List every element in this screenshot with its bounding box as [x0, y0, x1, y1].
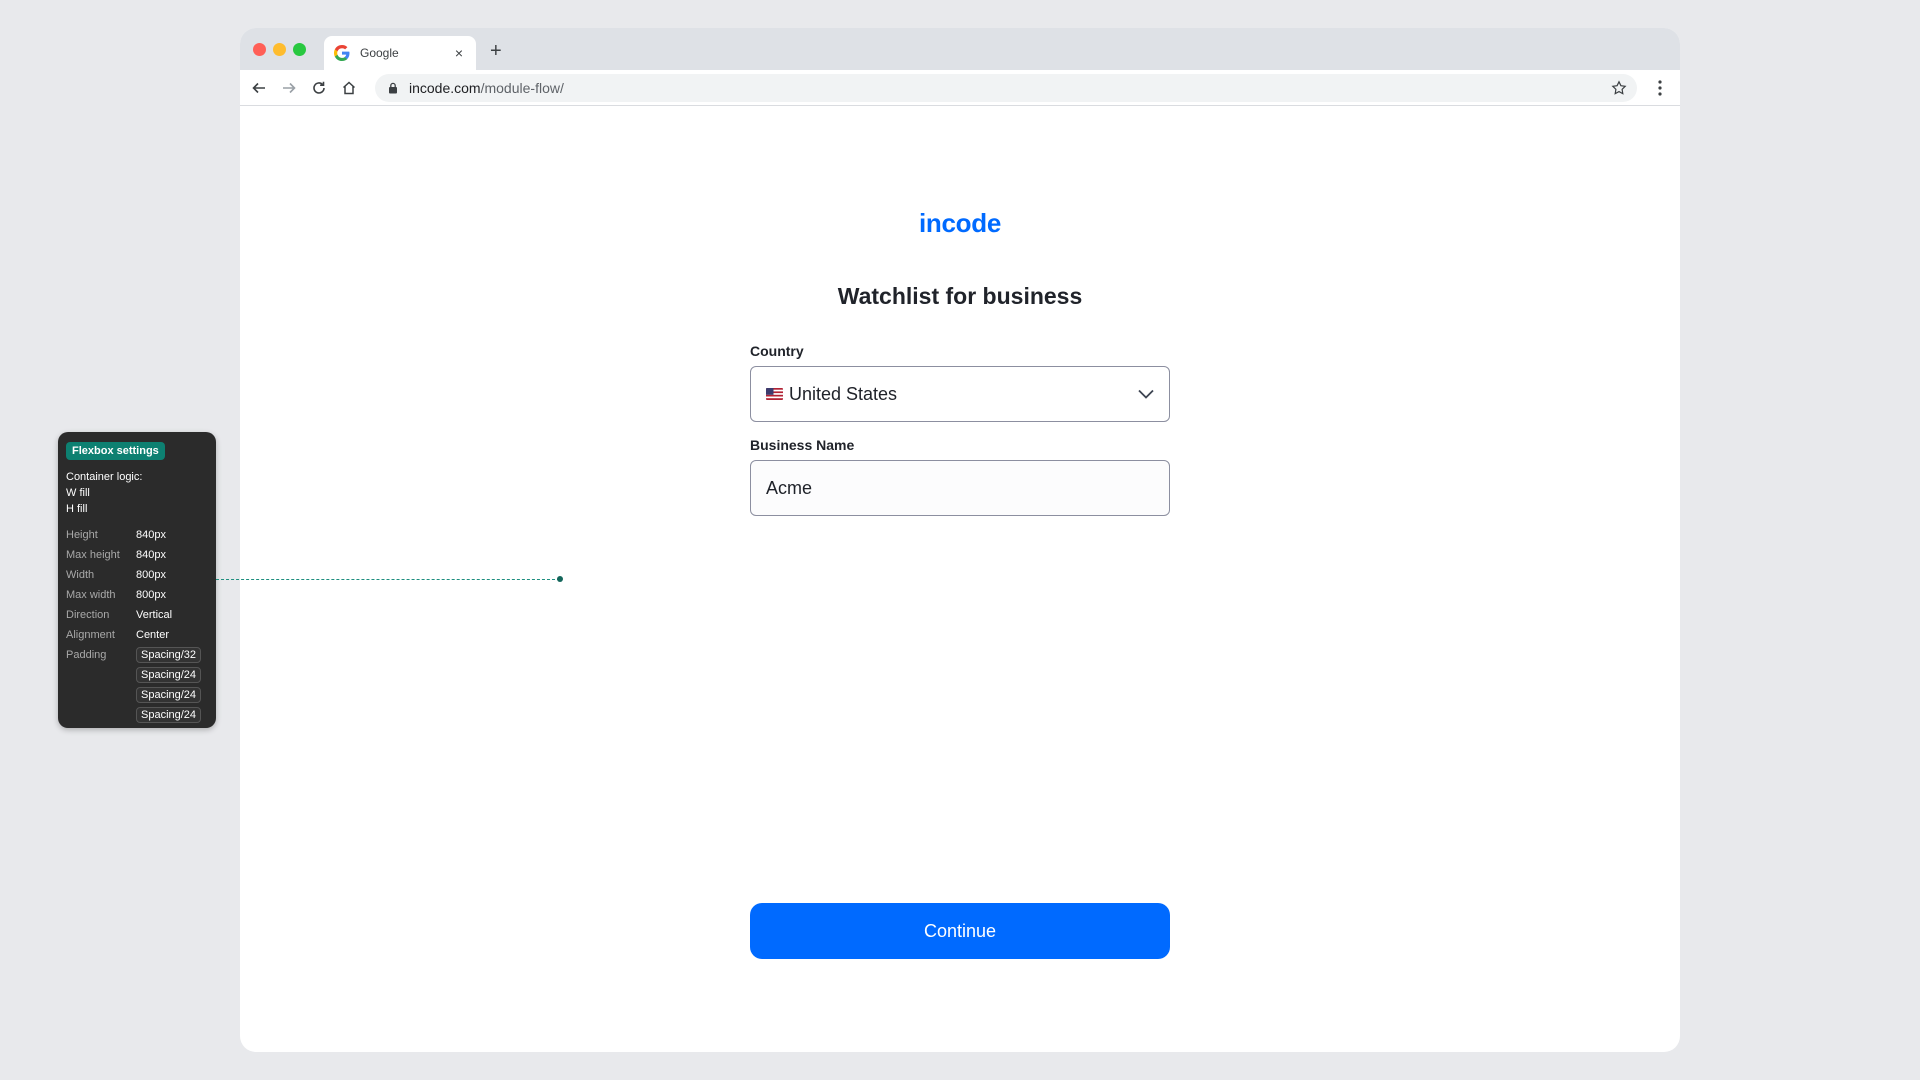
address-bar[interactable]: incode.com/module-flow/: [375, 74, 1637, 102]
minimize-window-button[interactable]: [273, 43, 286, 56]
browser-toolbar: incode.com/module-flow/: [240, 70, 1680, 106]
bookmark-star-icon[interactable]: [1611, 80, 1627, 96]
browser-tab[interactable]: Google ×: [324, 36, 476, 70]
padding-chip: Spacing/24: [136, 667, 202, 683]
close-window-button[interactable]: [253, 43, 266, 56]
country-select[interactable]: United States: [750, 366, 1170, 422]
prop-key: Width: [66, 569, 95, 581]
forward-icon[interactable]: [274, 73, 304, 103]
prop-value: Center: [136, 629, 170, 641]
url-host: incode.com: [409, 80, 481, 96]
business-name-value: Acme: [766, 477, 813, 498]
container-logic-title: Container logic:: [66, 471, 143, 483]
container-logic: Container logic: W fill H fill: [66, 469, 208, 517]
prop-key: Direction: [66, 609, 110, 621]
prop-row: Direction Vertical: [66, 605, 208, 625]
country-value: United States: [789, 383, 898, 404]
flexbox-settings-panel: Flexbox settings Container logic: W fill…: [58, 432, 216, 728]
prop-row: Spacing/24: [66, 685, 208, 705]
prop-row: Padding Spacing/32: [66, 645, 208, 665]
new-tab-button[interactable]: +: [490, 40, 502, 63]
maximize-window-button[interactable]: [293, 43, 306, 56]
prop-row: Width 800px: [66, 565, 208, 585]
browser-window: Google × + incode.com /module-flow/ inco…: [240, 28, 1680, 1052]
country-label: Country: [750, 343, 804, 359]
business-name-input[interactable]: Acme: [750, 460, 1170, 516]
prop-value: 840px: [136, 529, 166, 541]
continue-button[interactable]: Continue: [750, 903, 1170, 959]
prop-row: Alignment Center: [66, 625, 208, 645]
lock-icon: [389, 82, 397, 94]
page-title: Watchlist for business: [837, 283, 1083, 309]
google-icon: [334, 45, 350, 61]
prop-key: Height: [66, 529, 98, 541]
padding-chip: Spacing/24: [136, 687, 202, 703]
prop-value: Vertical: [136, 609, 173, 621]
prop-row: Spacing/24: [66, 665, 208, 685]
browser-menu-icon[interactable]: [1652, 79, 1668, 97]
business-name-label: Business Name: [750, 437, 855, 453]
url-path: /module-flow/: [480, 80, 564, 96]
prop-value: 800px: [136, 589, 166, 601]
close-tab-icon[interactable]: ×: [452, 45, 466, 61]
prop-row: Spacing/24: [66, 705, 208, 725]
container-logic-height: H fill: [66, 503, 88, 515]
tab-strip: Google × +: [240, 28, 1680, 70]
padding-key: Padding: [66, 649, 107, 661]
prop-value: 800px: [136, 569, 166, 581]
home-icon[interactable]: [334, 73, 364, 103]
prop-key: Alignment: [66, 629, 115, 641]
prop-key: Max height: [66, 549, 120, 561]
annotation-connector-line: [216, 579, 560, 580]
panel-properties: Height 840px Max height 840px Width 800px M…: [66, 525, 208, 725]
padding-chip: Spacing/32: [136, 647, 202, 663]
chevron-down-icon[interactable]: [1137, 387, 1155, 401]
prop-value: 840px: [136, 549, 166, 561]
canvas-background: Flexbox settings Container logic: W fill…: [0, 0, 1920, 1080]
back-icon[interactable]: [244, 73, 274, 103]
container-logic-width: W fill: [66, 487, 90, 499]
prop-row: Height 840px: [66, 525, 208, 545]
reload-icon[interactable]: [304, 73, 334, 103]
incode-logo: incode: [919, 208, 1001, 238]
flexbox-settings-tag: Flexbox settings: [66, 442, 165, 460]
padding-chip: Spacing/24: [136, 707, 202, 723]
prop-key: Max width: [66, 589, 116, 601]
tab-title: Google: [360, 46, 399, 60]
us-flag-icon: [766, 388, 783, 400]
prop-row: Max height 840px: [66, 545, 208, 565]
annotation-connector-dot: [557, 576, 563, 582]
prop-row: Max width 800px: [66, 585, 208, 605]
